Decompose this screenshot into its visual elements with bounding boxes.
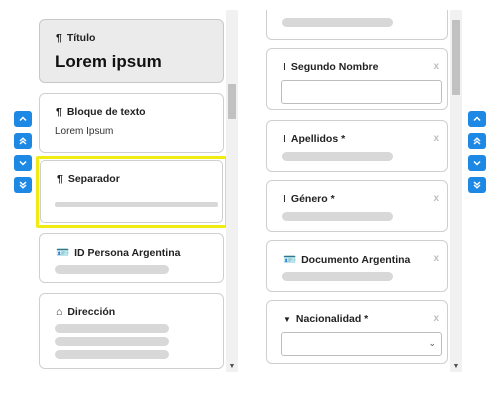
address-card-label: ⌂ Dirección [56, 306, 116, 318]
move-down-button[interactable] [14, 155, 32, 171]
scroll-thumb[interactable] [452, 20, 460, 95]
text-cursor-icon: I [283, 193, 286, 205]
chevron-up-icon [473, 116, 481, 122]
id-card-icon: 🪪 [56, 247, 70, 259]
scroll-thumb[interactable] [228, 84, 236, 119]
skeleton-bar [55, 350, 169, 359]
documento-label: 🪪 Documento Argentina [283, 254, 411, 266]
apellidos-card[interactable]: I Apellidos * x [266, 120, 448, 172]
remove-x-icon[interactable]: x [433, 61, 439, 72]
double-chevron-up-icon [473, 137, 481, 145]
title-card-label: ¶ Título [56, 32, 96, 44]
documento-card[interactable]: 🪪 Documento Argentina x [266, 240, 448, 292]
nacionalidad-select[interactable]: ⌄ [281, 332, 442, 356]
move-up-button[interactable] [468, 111, 486, 127]
separator-card-inner: ¶ Separador [40, 160, 223, 223]
skeleton-bar [282, 212, 393, 221]
nacionalidad-card[interactable]: ▼ Nacionalidad * x ⌄ [266, 300, 448, 364]
move-bottom-button[interactable] [468, 177, 486, 193]
skeleton-bar [282, 152, 393, 161]
chevron-down-icon [19, 160, 27, 166]
right-panel[interactable]: I Segundo Nombre x I Apellidos * x I Género… [264, 10, 462, 372]
remove-x-icon[interactable]: x [433, 193, 439, 204]
title-text: Lorem ipsum [55, 52, 162, 71]
select-chevron-icon: ⌄ [428, 338, 436, 348]
separator-card[interactable]: ¶ Separador [36, 156, 228, 228]
genero-label: I Género * [283, 193, 335, 205]
nacionalidad-label: ▼ Nacionalidad * [283, 313, 369, 325]
separator-card-label: ¶ Separador [57, 173, 120, 185]
caret-down-icon: ▼ [283, 315, 291, 324]
skeleton-bar [55, 265, 169, 274]
segundo-nombre-input[interactable] [281, 80, 442, 104]
scroll-down-arrow-icon[interactable]: ▼ [226, 362, 238, 372]
chevron-up-icon [19, 116, 27, 122]
move-top-button[interactable] [468, 133, 486, 149]
skeleton-bar [282, 272, 393, 281]
id-persona-card[interactable]: 🪪 ID Persona Argentina [39, 233, 224, 283]
text-block-content: Lorem Ipsum [55, 126, 114, 137]
double-chevron-down-icon [473, 181, 481, 189]
remove-x-icon[interactable]: x [433, 133, 439, 144]
apellidos-label: I Apellidos * [283, 133, 346, 145]
right-scrollbar[interactable]: ▼ [450, 10, 462, 372]
left-scrollbar[interactable]: ▼ [226, 10, 238, 372]
paragraph-icon: ¶ [56, 32, 62, 44]
double-chevron-down-icon [19, 181, 27, 189]
move-down-button[interactable] [468, 155, 486, 171]
skeleton-bar [55, 324, 169, 333]
left-panel[interactable]: ¶ Título Lorem ipsum ¶ Bloque de texto Lor… [36, 10, 238, 372]
id-persona-card-label: 🪪 ID Persona Argentina [56, 247, 181, 259]
home-icon: ⌂ [56, 306, 63, 318]
move-top-button[interactable] [14, 133, 32, 149]
skeleton-bar [55, 337, 169, 346]
chevron-down-icon [473, 160, 481, 166]
double-chevron-up-icon [19, 137, 27, 145]
paragraph-icon: ¶ [57, 173, 63, 185]
scroll-down-arrow-icon[interactable]: ▼ [450, 362, 462, 372]
paragraph-icon: ¶ [56, 106, 62, 118]
segundo-nombre-card[interactable]: I Segundo Nombre x [266, 48, 448, 110]
title-card[interactable]: ¶ Título Lorem ipsum [39, 19, 224, 83]
text-cursor-icon: I [283, 133, 286, 145]
remove-x-icon[interactable]: x [433, 313, 439, 324]
text-cursor-icon: I [283, 61, 286, 73]
text-block-card-label: ¶ Bloque de texto [56, 106, 146, 118]
segundo-nombre-label: I Segundo Nombre [283, 61, 379, 73]
move-bottom-button[interactable] [14, 177, 32, 193]
separator-line [55, 202, 218, 207]
genero-card[interactable]: I Género * x [266, 180, 448, 232]
collapsed-card[interactable] [266, 10, 448, 40]
address-card[interactable]: ⌂ Dirección [39, 293, 224, 369]
text-block-card[interactable]: ¶ Bloque de texto Lorem Ipsum [39, 93, 224, 153]
skeleton-bar [282, 18, 393, 27]
remove-x-icon[interactable]: x [433, 253, 439, 264]
move-up-button[interactable] [14, 111, 32, 127]
id-card-icon: 🪪 [283, 254, 297, 266]
